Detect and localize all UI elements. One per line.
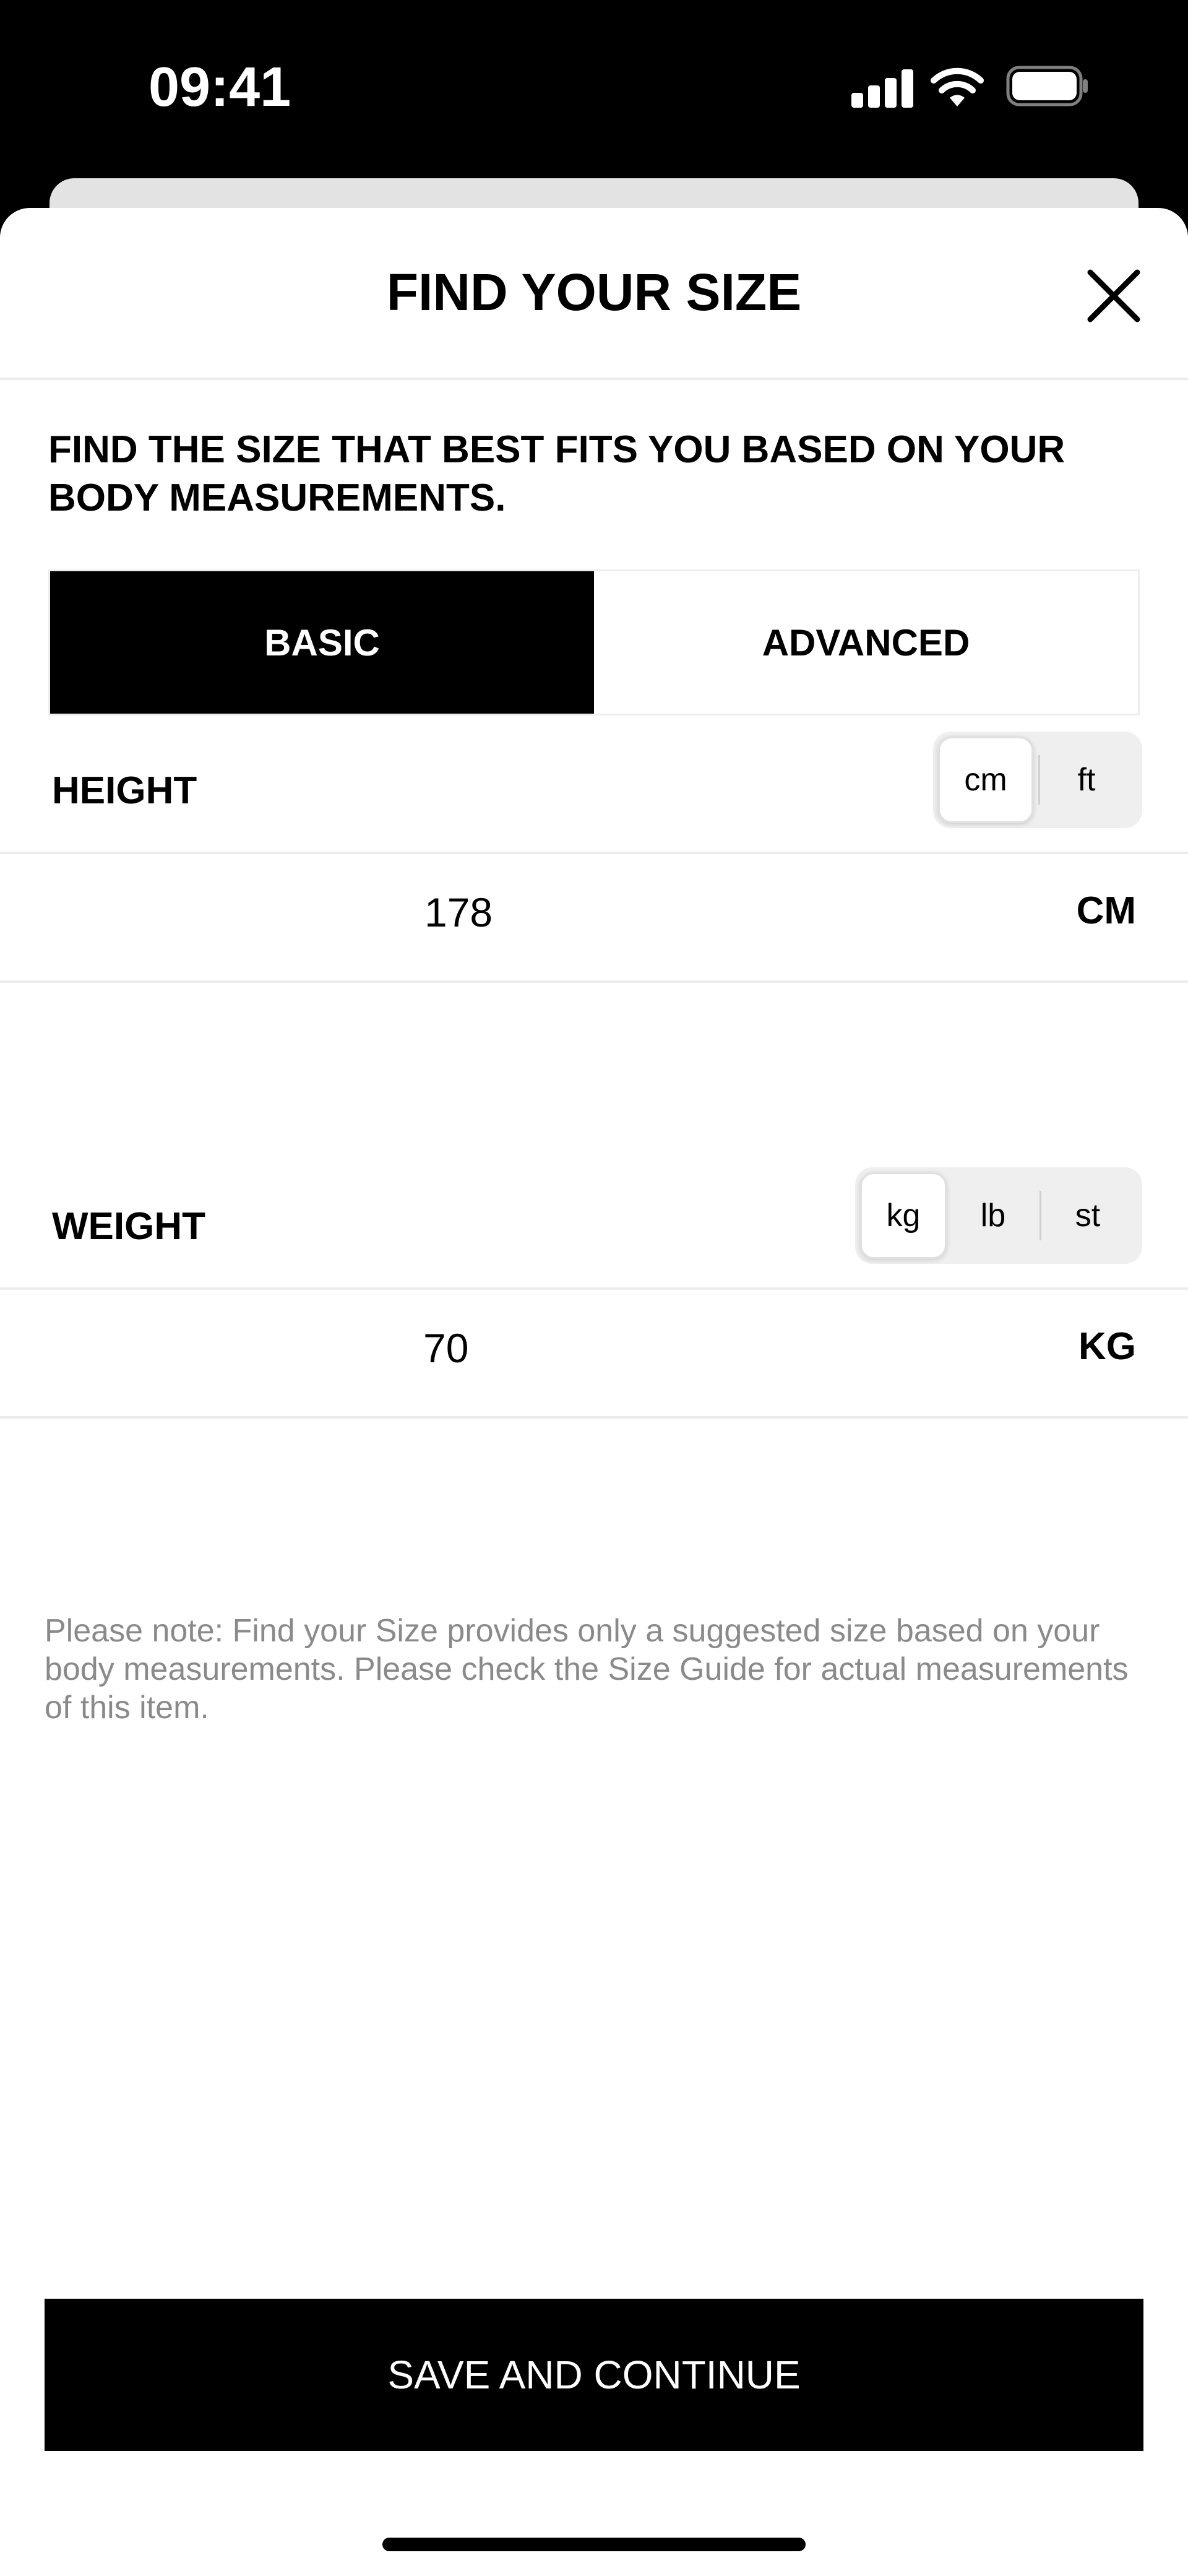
weight-unit-label: KG (1078, 1325, 1136, 1368)
height-unit-toggle: cm ft (933, 732, 1142, 828)
weight-unit-toggle: kg lb st (855, 1167, 1142, 1264)
tab-advanced[interactable]: ADVANCED (594, 571, 1138, 714)
status-bar: 09:41 (0, 0, 1188, 176)
unit-ft-option[interactable]: ft (1040, 737, 1133, 823)
intro-text: FIND THE SIZE THAT BEST FITS YOU BASED O… (48, 428, 1065, 519)
disclaimer-note: Please note: Find your Size provides onl… (45, 1613, 1129, 1726)
unit-kg-option[interactable]: kg (860, 1172, 947, 1259)
tab-basic[interactable]: BASIC (50, 571, 594, 714)
wifi-icon (931, 67, 984, 106)
mode-tabs: BASIC ADVANCED (48, 569, 1140, 715)
weight-value[interactable]: 70 (423, 1325, 468, 1372)
unit-lb-option[interactable]: lb (947, 1172, 1040, 1259)
save-and-continue-button[interactable]: SAVE AND CONTINUE (45, 2299, 1143, 2451)
height-value[interactable]: 178 (424, 889, 493, 936)
close-icon[interactable] (1084, 266, 1143, 326)
unit-st-option[interactable]: st (1041, 1172, 1134, 1259)
find-size-sheet: FIND YOUR SIZE FIND THE SIZE THAT BEST F… (0, 208, 1188, 2576)
battery-icon (1006, 66, 1088, 106)
home-indicator (382, 2538, 806, 2551)
weight-label: WEIGHT (52, 1205, 205, 1248)
page-title: FIND YOUR SIZE (386, 263, 802, 321)
unit-cm-option[interactable]: cm (938, 737, 1033, 823)
sheet-header: FIND YOUR SIZE (0, 208, 1188, 380)
status-time: 09:41 (148, 56, 291, 118)
cellular-signal-icon (851, 69, 913, 108)
weight-input-row[interactable]: 70 KG (0, 1287, 1188, 1419)
height-unit-label: CM (1076, 889, 1136, 932)
height-input-row[interactable]: 178 CM (0, 852, 1188, 983)
height-label: HEIGHT (52, 769, 197, 812)
